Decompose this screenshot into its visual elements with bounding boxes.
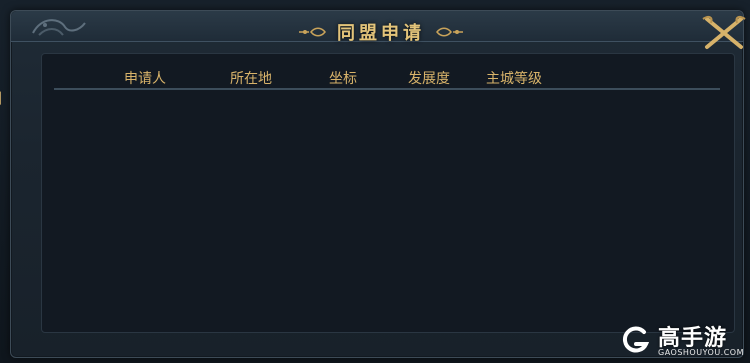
alliance-application-dialog: 同盟申请 申请人 所在地 坐标 发展度 主城等级 <box>10 10 746 358</box>
column-header-applicant: 申请人 <box>124 71 166 87</box>
title-right-ornament-icon <box>436 27 463 37</box>
column-header-coordinates: 坐标 <box>329 71 357 87</box>
dialog-title: 同盟申请 <box>337 23 425 44</box>
application-list-panel: 申请人 所在地 坐标 发展度 主城等级 <box>41 53 735 333</box>
column-header-location: 所在地 <box>230 71 272 87</box>
watermark-domain: GAOSHOUYOU.COM <box>658 348 745 357</box>
watermark: 高手游 GAOSHOUYOU.COM <box>622 322 746 362</box>
application-list-body <box>54 94 720 324</box>
title-left-ornament-icon <box>299 27 326 37</box>
close-icon[interactable] <box>699 13 749 53</box>
table-header: 申请人 所在地 坐标 发展度 主城等级 <box>54 62 720 90</box>
column-header-main-city-level: 主城等级 <box>486 71 542 87</box>
dialog-title-area: 同盟申请 <box>291 17 471 47</box>
brand-logo-icon <box>622 326 650 353</box>
dragon-ornament-icon <box>32 19 86 36</box>
column-header-development: 发展度 <box>408 71 450 87</box>
